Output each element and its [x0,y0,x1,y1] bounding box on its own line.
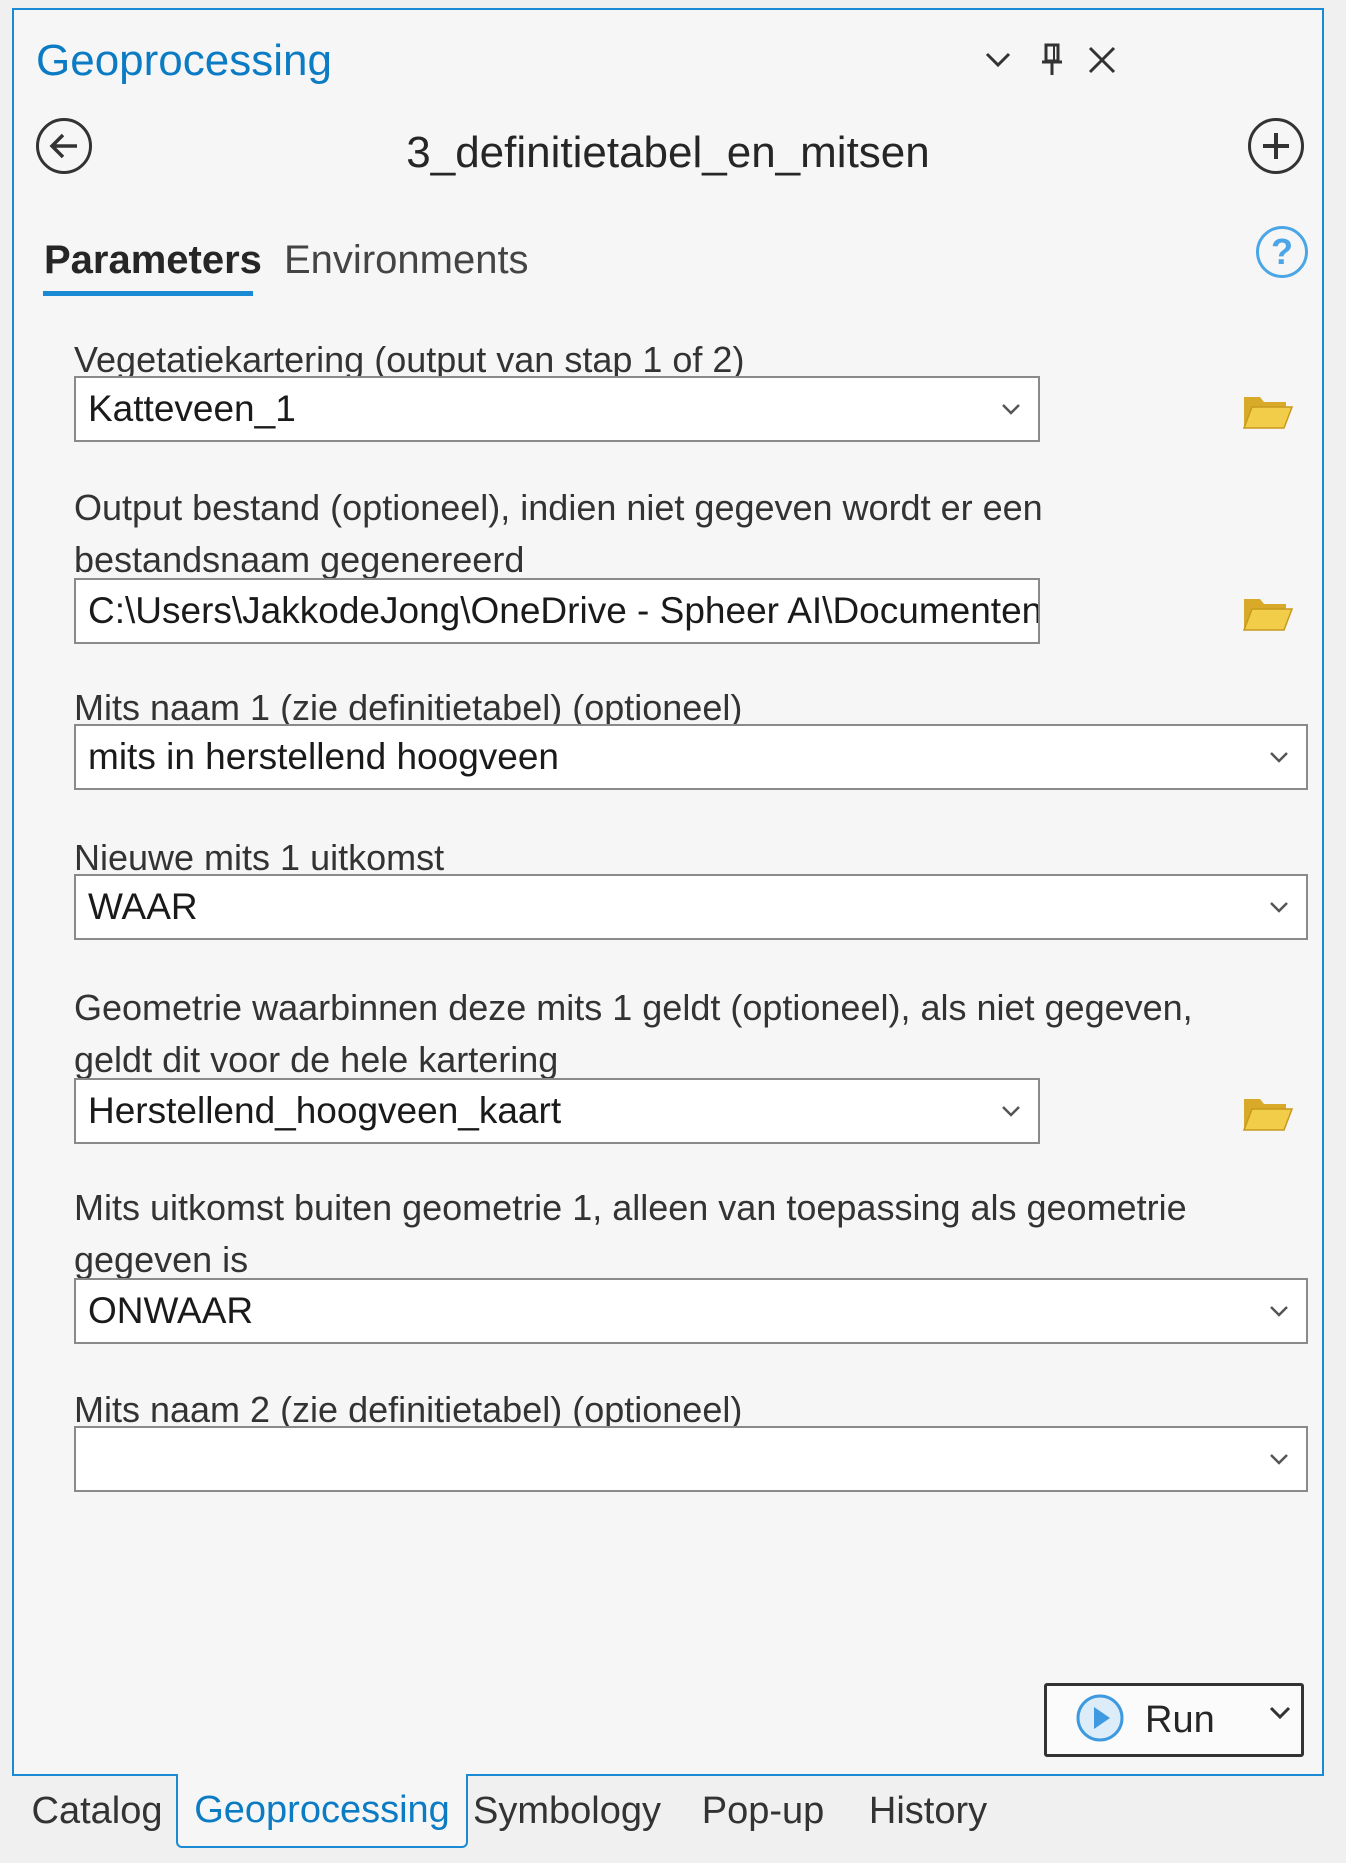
param-label-mits-uitkomst-buiten: Mits uitkomst buiten geometrie 1, alleen… [74,1187,1187,1280]
field-value: mits in herstellend hoogveen [88,736,560,777]
chevron-down-icon[interactable] [994,1094,1028,1128]
param-label-output-bestand: Output bestand (optioneel), indien niet … [74,487,1043,580]
pin-icon[interactable] [1030,38,1074,82]
chevron-down-icon[interactable] [976,38,1020,82]
chevron-down-icon[interactable] [1262,890,1296,924]
mits-uitkomst-buiten-dropdown[interactable]: ONWAAR [74,1278,1308,1344]
chevron-down-icon[interactable] [1262,1294,1296,1328]
field-value: Katteveen_1 [88,388,296,429]
chevron-down-icon[interactable] [994,392,1028,426]
run-label: Run [1145,1698,1215,1741]
play-icon [1075,1693,1125,1748]
tab-pop-up[interactable]: Pop-up [688,1776,838,1846]
active-tab-indicator [43,291,253,296]
field-value: ONWAAR [88,1290,254,1331]
mits-naam-1-dropdown[interactable]: mits in herstellend hoogveen [74,724,1308,790]
help-icon[interactable]: ? [1256,226,1308,278]
tab-symbology[interactable]: Symbology [472,1776,662,1846]
output-bestand-field[interactable]: C:\Users\JakkodeJong\OneDrive - Spheer A… [74,578,1040,644]
tab-geoprocessing[interactable]: Geoprocessing [176,1774,468,1848]
tab-history[interactable]: History [858,1776,998,1846]
param-label-geometrie-1: Geometrie waarbinnen deze mits 1 geldt (… [74,987,1193,1080]
tool-name: 3_definitietabel_en_mitsen [406,128,930,177]
tab-parameters[interactable]: Parameters [44,238,262,283]
folder-open-icon[interactable] [1242,391,1294,431]
field-value: WAAR [88,886,198,927]
folder-open-icon[interactable] [1242,1093,1294,1133]
add-icon[interactable] [1248,118,1304,174]
field-value: Herstellend_hoogveen_kaart [88,1090,562,1131]
geometrie-1-dropdown[interactable]: Herstellend_hoogveen_kaart [74,1078,1040,1144]
pane-title: Geoprocessing [36,36,332,85]
tab-environments[interactable]: Environments [284,238,529,283]
chevron-down-icon[interactable] [1262,1442,1296,1476]
close-icon[interactable] [1080,38,1124,82]
folder-open-icon[interactable] [1242,593,1294,633]
vegetatiekartering-dropdown[interactable]: Katteveen_1 [74,376,1040,442]
geoprocessing-pane: Geoprocessing 3_definitietabel_en_mitsen… [12,8,1324,1776]
field-value: C:\Users\JakkodeJong\OneDrive - Spheer A… [88,590,1038,631]
chevron-down-icon[interactable] [1262,740,1296,774]
run-button[interactable]: Run [1044,1683,1304,1757]
tab-catalog[interactable]: Catalog [22,1776,172,1846]
mits-naam-2-dropdown[interactable] [74,1426,1308,1492]
chevron-down-icon[interactable] [1269,1706,1291,1725]
nieuwe-mits-1-dropdown[interactable]: WAAR [74,874,1308,940]
bottom-tab-bar: Catalog Geoprocessing Symbology Pop-up H… [12,1774,1332,1856]
